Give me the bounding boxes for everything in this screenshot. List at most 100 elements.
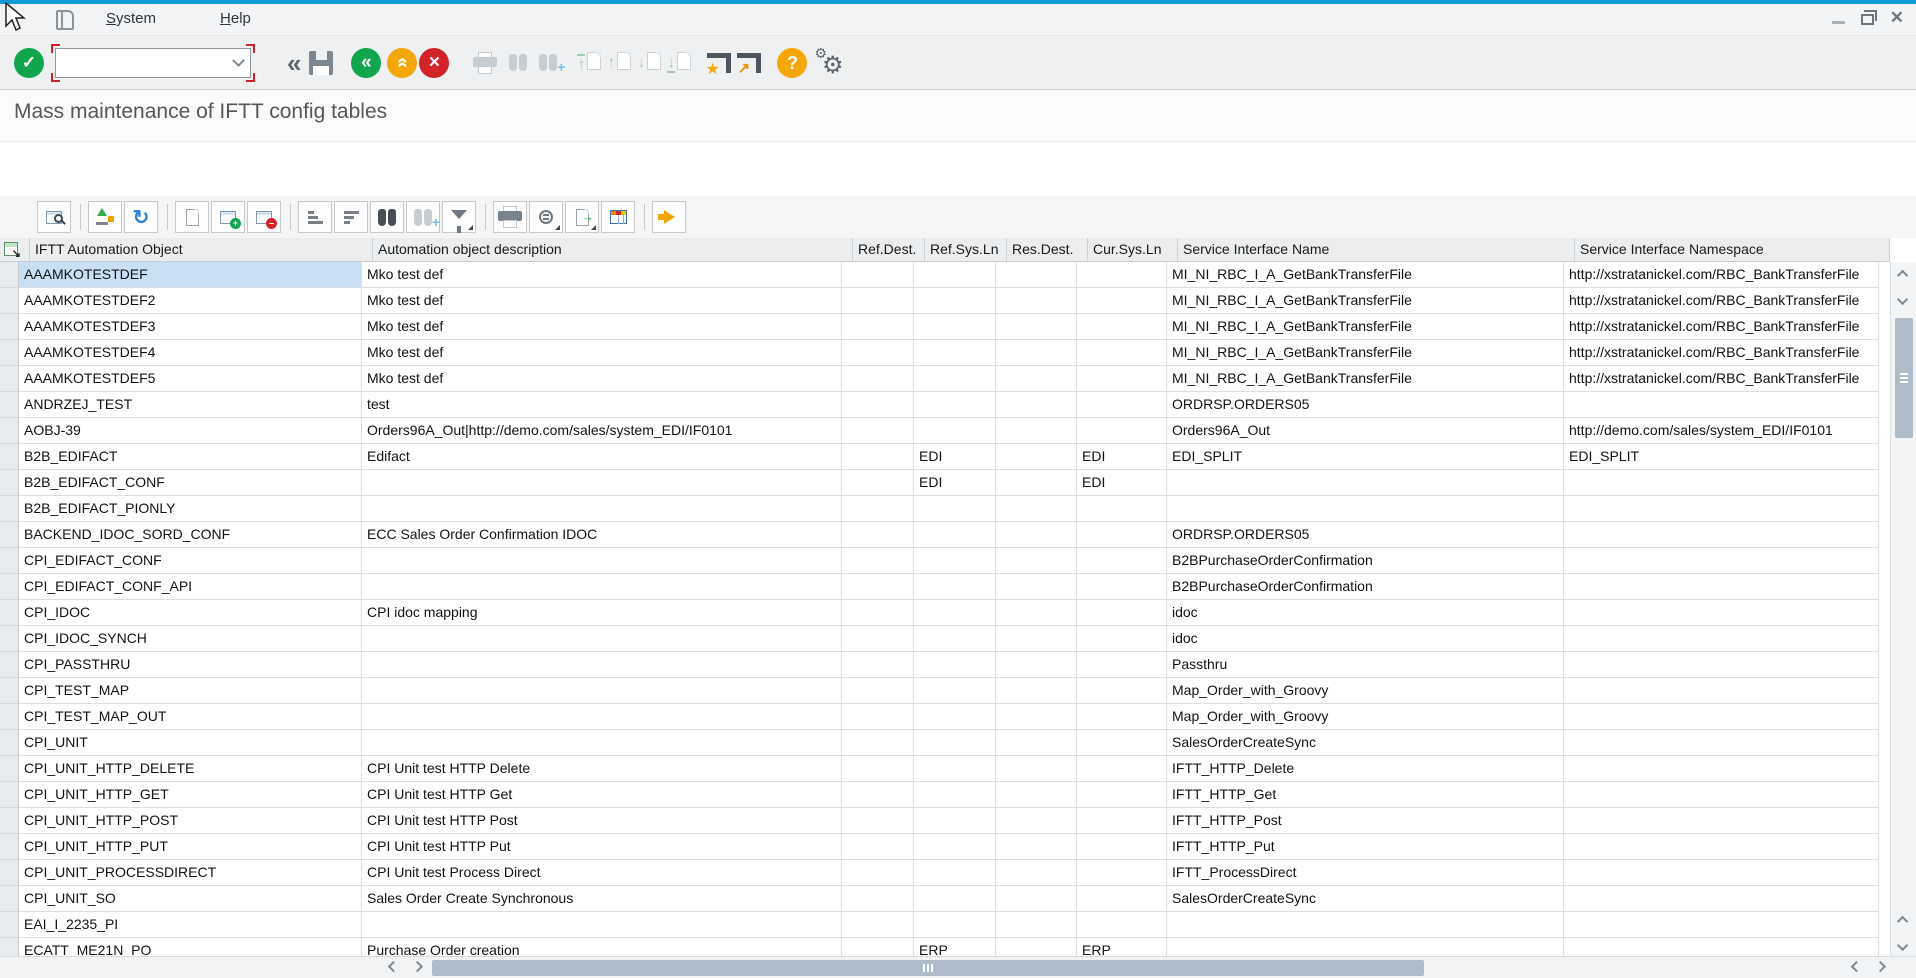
grid-cell[interactable]	[1564, 886, 1879, 912]
grid-cell[interactable]	[996, 834, 1077, 860]
grid-cell[interactable]: http://xstratanickel.com/RBC_BankTransfe…	[1564, 262, 1879, 288]
grid-cell[interactable]: ORDRSP.ORDERS05	[1167, 392, 1564, 418]
grid-cell[interactable]: Mko test def	[362, 366, 842, 392]
grid-cell[interactable]: Mko test def	[362, 262, 842, 288]
grid-cell[interactable]	[914, 366, 996, 392]
customize-layout-button[interactable]: ⚙⚙	[815, 49, 843, 77]
cancel-button[interactable]: ✕	[419, 48, 449, 78]
grid-cell[interactable]: B2B_EDIFACT	[19, 444, 362, 470]
exit-button[interactable]: «	[387, 48, 417, 78]
grid-cell[interactable]	[842, 860, 914, 886]
row-selector[interactable]	[0, 912, 19, 938]
find-button[interactable]	[507, 54, 529, 71]
column-header[interactable]: Ref.Dest.	[853, 238, 925, 262]
grid-cell[interactable]	[996, 314, 1077, 340]
grid-cell[interactable]: Map_Order_with_Groovy	[1167, 678, 1564, 704]
first-page-button[interactable]: ↑	[577, 51, 601, 75]
grid-cell[interactable]: IFTT_HTTP_Get	[1167, 782, 1564, 808]
grid-cell[interactable]: Edifact	[362, 444, 842, 470]
grid-cell[interactable]: CPI_UNIT_HTTP_DELETE	[19, 756, 362, 782]
horizontal-scroll-thumb[interactable]	[432, 960, 1424, 976]
grid-cell[interactable]	[842, 886, 914, 912]
menu-system[interactable]: System	[100, 8, 162, 29]
minimize-icon[interactable]	[1832, 21, 1845, 24]
grid-cell[interactable]	[842, 522, 914, 548]
grid-cell[interactable]: ERP	[1077, 938, 1167, 956]
grid-cell[interactable]	[362, 678, 842, 704]
grid-cell[interactable]	[842, 470, 914, 496]
column-header[interactable]: Res.Dest.	[1007, 238, 1088, 262]
grid-cell[interactable]	[914, 834, 996, 860]
grid-cell[interactable]	[996, 522, 1077, 548]
last-page-button[interactable]: ↓	[667, 51, 691, 75]
grid-cell[interactable]	[996, 366, 1077, 392]
grid-cell[interactable]	[1564, 574, 1879, 600]
grid-cell[interactable]: CPI_EDIFACT_CONF	[19, 548, 362, 574]
grid-cell[interactable]: SalesOrderCreateSync	[1167, 886, 1564, 912]
row-selector[interactable]	[0, 678, 19, 704]
grid-cell[interactable]	[996, 704, 1077, 730]
grid-cell[interactable]	[914, 678, 996, 704]
grid-cell[interactable]: CPI_UNIT_PROCESSDIRECT	[19, 860, 362, 886]
grid-cell[interactable]	[996, 574, 1077, 600]
grid-cell[interactable]	[1167, 938, 1564, 956]
grid-cell[interactable]: SalesOrderCreateSync	[1167, 730, 1564, 756]
grid-cell[interactable]	[1564, 392, 1879, 418]
grid-cell[interactable]: CPI_UNIT_SO	[19, 886, 362, 912]
grid-cell[interactable]	[914, 314, 996, 340]
grid-cell[interactable]: BACKEND_IDOC_SORD_CONF	[19, 522, 362, 548]
grid-cell[interactable]: IFTT_HTTP_Put	[1167, 834, 1564, 860]
grid-cell[interactable]	[996, 730, 1077, 756]
grid-cell[interactable]: EDI_SPLIT	[1167, 444, 1564, 470]
insert-row-button[interactable]: +	[211, 201, 245, 233]
grid-cell[interactable]	[914, 548, 996, 574]
grid-cell[interactable]	[842, 314, 914, 340]
grid-cell[interactable]: AAAMKOTESTDEF3	[19, 314, 362, 340]
grid-cell[interactable]	[842, 678, 914, 704]
grid-cell[interactable]	[1564, 522, 1879, 548]
grid-cell[interactable]	[842, 288, 914, 314]
grid-cell[interactable]	[842, 938, 914, 956]
grid-cell[interactable]	[842, 626, 914, 652]
grid-cell[interactable]	[1564, 860, 1879, 886]
grid-cell[interactable]: test	[362, 392, 842, 418]
grid-cell[interactable]	[1077, 782, 1167, 808]
grid-cell[interactable]: idoc	[1167, 600, 1564, 626]
close-icon[interactable]: ✕	[1890, 8, 1904, 28]
row-selector[interactable]	[0, 548, 19, 574]
row-selector[interactable]	[0, 262, 19, 288]
grid-cell[interactable]	[914, 522, 996, 548]
grid-cell[interactable]: EAI_I_2235_PI	[19, 912, 362, 938]
grid-cell[interactable]	[842, 392, 914, 418]
row-selector[interactable]	[0, 730, 19, 756]
column-header[interactable]: Service Interface Namespace	[1575, 238, 1890, 262]
grid-cell[interactable]	[1564, 938, 1879, 956]
grid-cell[interactable]	[842, 496, 914, 522]
grid-cell[interactable]: Sales Order Create Synchronous	[362, 886, 842, 912]
grid-cell[interactable]	[1077, 678, 1167, 704]
grid-cell[interactable]	[362, 730, 842, 756]
page-up-button[interactable]: ↑	[607, 51, 631, 75]
row-selector[interactable]	[0, 782, 19, 808]
grid-cell[interactable]	[842, 782, 914, 808]
save-icon[interactable]	[309, 51, 333, 75]
row-selector[interactable]	[0, 626, 19, 652]
grid-cell[interactable]	[1077, 418, 1167, 444]
grid-cell[interactable]: CPI_IDOC	[19, 600, 362, 626]
grid-cell[interactable]: B2BPurchaseOrderConfirmation	[1167, 574, 1564, 600]
grid-cell[interactable]	[1564, 730, 1879, 756]
grid-cell[interactable]: Mko test def	[362, 288, 842, 314]
horizontal-scrollbar[interactable]	[0, 956, 1916, 978]
grid-cell[interactable]	[996, 782, 1077, 808]
row-selector[interactable]	[0, 756, 19, 782]
grid-cell[interactable]	[362, 912, 842, 938]
grid-cell[interactable]: idoc	[1167, 626, 1564, 652]
grid-cell[interactable]	[842, 418, 914, 444]
grid-cell[interactable]: EDI_SPLIT	[1564, 444, 1879, 470]
grid-cell[interactable]	[996, 756, 1077, 782]
grid-cell[interactable]	[362, 470, 842, 496]
grid-cell[interactable]	[1077, 756, 1167, 782]
row-selector[interactable]	[0, 470, 19, 496]
grid-cell[interactable]	[1077, 834, 1167, 860]
grid-cell[interactable]: Mko test def	[362, 314, 842, 340]
